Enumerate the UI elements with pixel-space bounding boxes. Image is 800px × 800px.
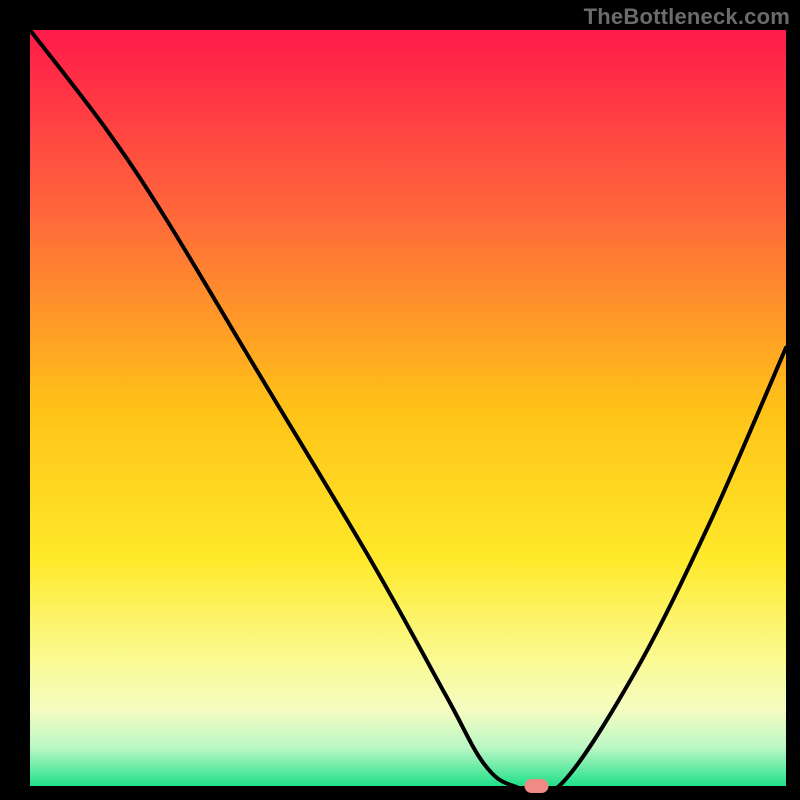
optimal-point-marker bbox=[525, 779, 549, 793]
chart-svg bbox=[0, 0, 800, 800]
plot-background bbox=[30, 30, 786, 786]
bottleneck-chart: TheBottleneck.com bbox=[0, 0, 800, 800]
